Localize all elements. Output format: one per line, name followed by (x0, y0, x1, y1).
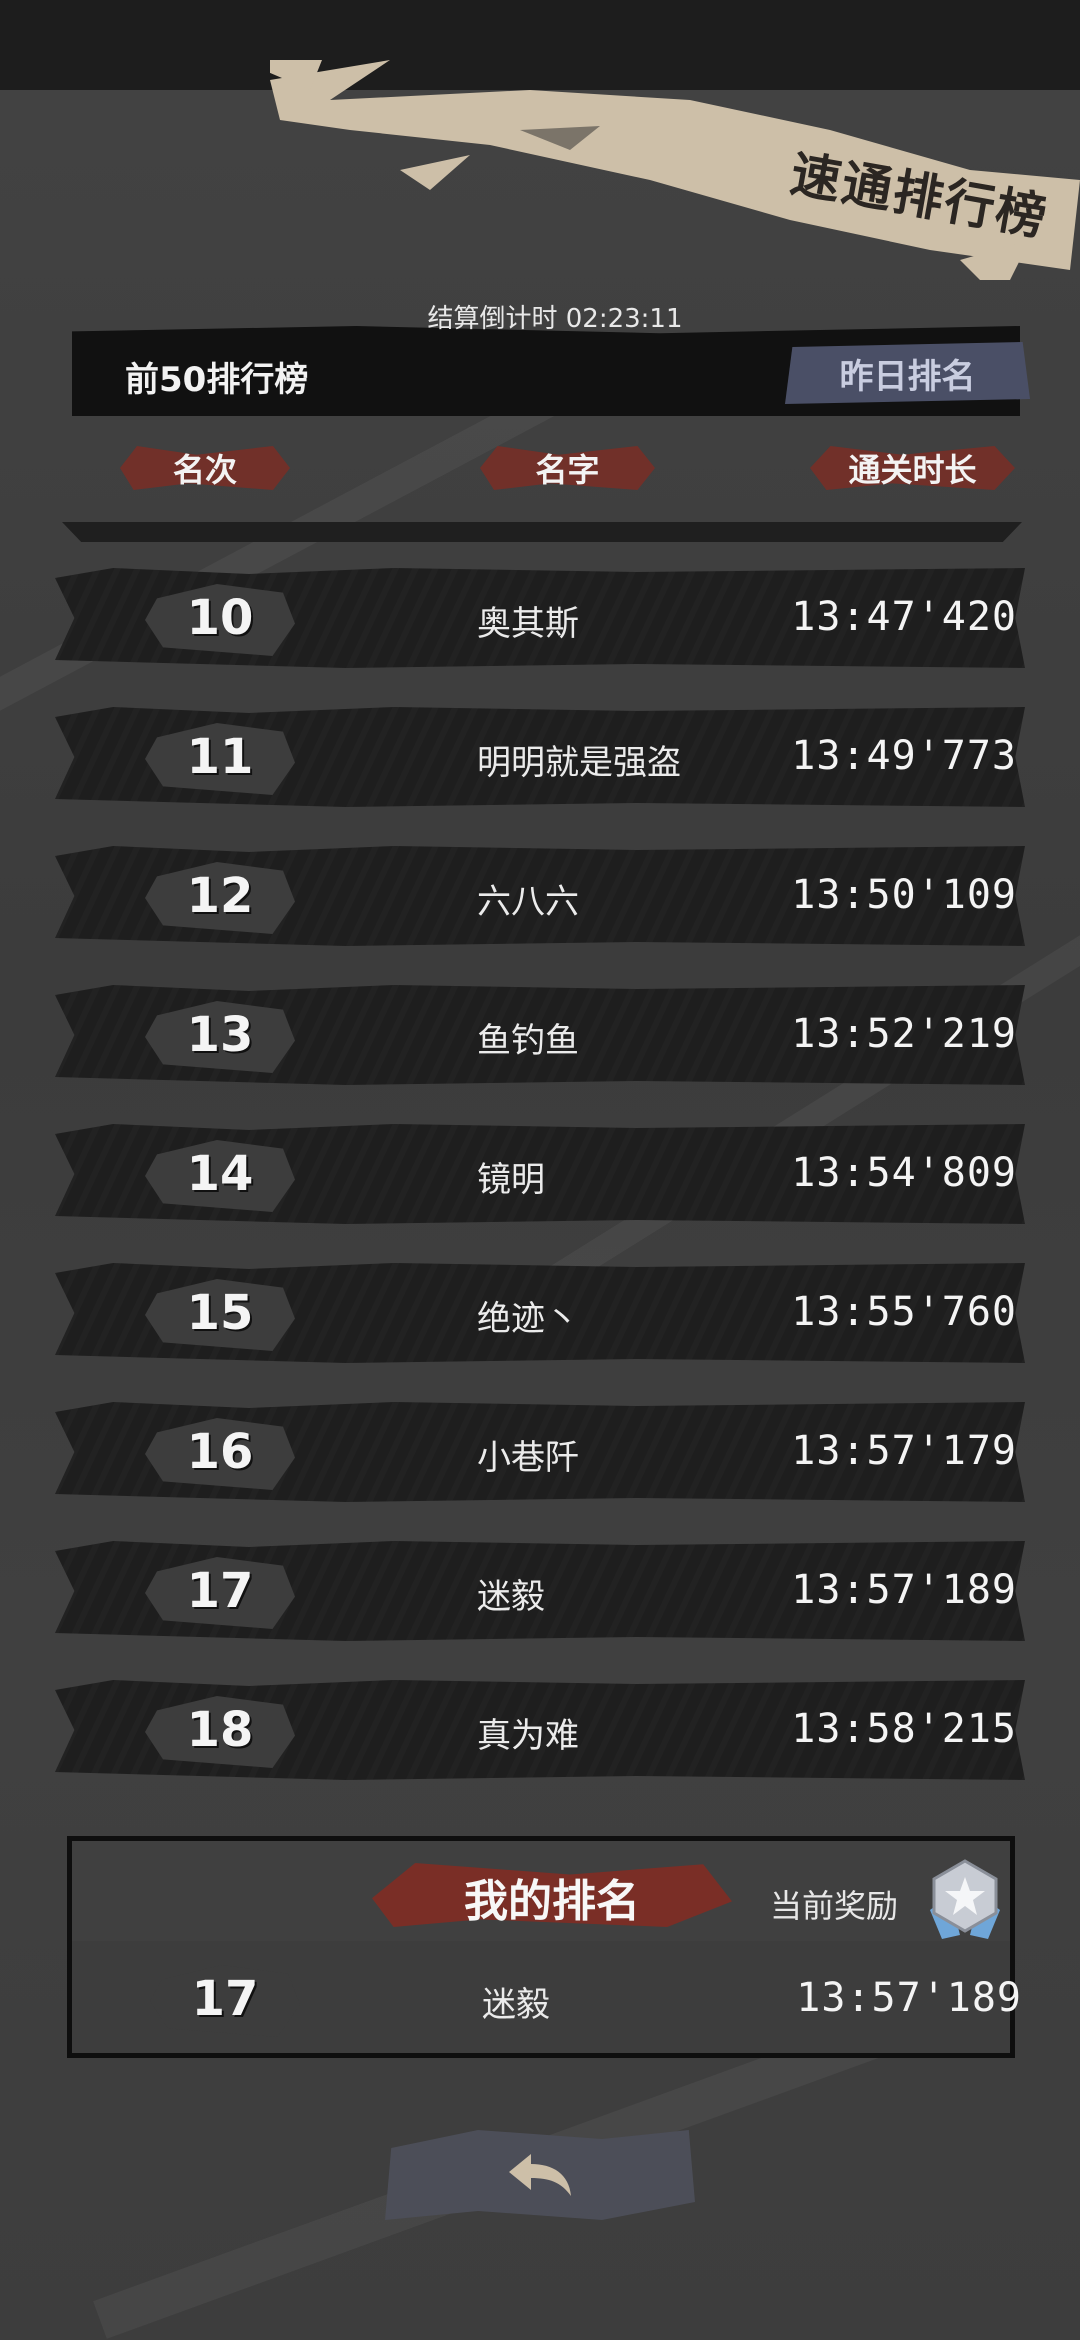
board-label: 前50排行榜 (125, 360, 309, 400)
rank-number: 17 (191, 1971, 259, 2027)
rank-number: 17 (186, 1563, 254, 1619)
clear-time: 13:57'179 (791, 1428, 1017, 1474)
list-row-cutoff (62, 522, 1022, 542)
column-header-name-label: 名字 (535, 451, 600, 489)
column-header-rank-label: 名次 (172, 451, 237, 489)
clear-time: 13:55'760 (791, 1289, 1017, 1335)
rank-number: 11 (186, 729, 254, 785)
leaderboard-row[interactable]: 13 鱼钓鱼 13:52'219 (55, 971, 1025, 1087)
rank-number: 10 (186, 590, 254, 646)
clear-time: 13:57'189 (796, 1975, 1022, 2021)
clear-time: 13:49'773 (791, 733, 1017, 779)
my-rank-panel: 我的排名 当前奖励 17 迷毅 13:57'189 (67, 1836, 1021, 2058)
leaderboard-row[interactable]: 10 奥其斯 13:47'420 (55, 554, 1025, 670)
player-name: 明明就是强盗 (477, 743, 681, 783)
back-button[interactable] (385, 2130, 695, 2220)
back-arrow-icon (509, 2154, 571, 2196)
current-reward-label: 当前奖励 (770, 1887, 899, 1925)
column-header-time-label: 通关时长 (848, 451, 977, 489)
medal-graphic (930, 1859, 1000, 1939)
rank-number: 14 (186, 1146, 254, 1202)
leaderboard-row[interactable]: 12 六八六 13:50'109 (55, 832, 1025, 948)
player-name: 奥其斯 (477, 604, 579, 644)
player-name: 鱼钓鱼 (477, 1021, 579, 1061)
rank-number: 18 (186, 1702, 254, 1758)
clear-time: 13:54'809 (791, 1150, 1017, 1196)
player-name: 镜明 (477, 1160, 545, 1200)
leaderboard-row[interactable]: 17 迷毅 13:57'189 (55, 1527, 1025, 1643)
rank-number: 13 (186, 1007, 254, 1063)
column-header-name: 名字 (480, 438, 655, 498)
clear-time: 13:52'219 (791, 1011, 1017, 1057)
title-banner: 速通排行榜 (270, 60, 1080, 280)
clear-time: 13:58'215 (791, 1706, 1017, 1752)
clear-time: 13:57'189 (791, 1567, 1017, 1613)
leaderboard-row[interactable]: 18 真为难 13:58'215 (55, 1666, 1025, 1782)
player-name: 迷毅 (482, 1985, 550, 2025)
leaderboard-row[interactable]: 14 镜明 13:54'809 (55, 1110, 1025, 1226)
player-name: 绝迹丶 (477, 1299, 579, 1339)
player-name: 六八六 (477, 882, 579, 922)
player-name: 迷毅 (477, 1577, 545, 1617)
leaderboard-row[interactable]: 15 绝迹丶 13:55'760 (55, 1249, 1025, 1365)
player-name: 真为难 (477, 1716, 579, 1756)
my-rank-title: 我的排名 (464, 1876, 640, 1927)
clear-time: 13:50'109 (791, 872, 1017, 918)
settlement-countdown: 结算倒计时 02:23:11 (427, 304, 683, 334)
column-header-rank: 名次 (120, 438, 290, 498)
column-header-time: 通关时长 (810, 438, 1015, 498)
rank-number: 12 (186, 868, 254, 924)
yesterday-ranking-button[interactable]: 昨日排名 (785, 342, 1030, 404)
my-rank-row[interactable]: 17 迷毅 13:57'189 (60, 1935, 1030, 2051)
rank-number: 16 (186, 1424, 254, 1480)
player-name: 小巷阡 (477, 1438, 579, 1478)
silver-star-medal-icon[interactable] (920, 1855, 1010, 1945)
rank-number: 15 (186, 1285, 254, 1341)
yesterday-ranking-label: 昨日排名 (839, 356, 976, 397)
clear-time: 13:47'420 (791, 594, 1017, 640)
leaderboard-row[interactable]: 11 明明就是强盗 13:49'773 (55, 693, 1025, 809)
leaderboard-row[interactable]: 16 小巷阡 13:57'179 (55, 1388, 1025, 1504)
